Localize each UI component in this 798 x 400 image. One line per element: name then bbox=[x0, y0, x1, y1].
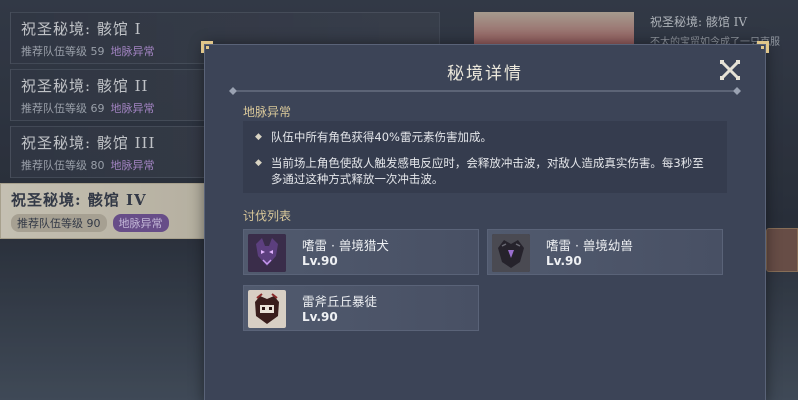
close-icon bbox=[719, 59, 741, 81]
enemy-level: Lv.90 bbox=[302, 310, 338, 324]
close-button[interactable] bbox=[719, 59, 741, 81]
ley-line-badge: 地脉异常 bbox=[110, 45, 155, 58]
ley-line-disorder-box: ◆ 队伍中所有角色获得40%雷元素伤害加成。 ◆ 当前场上角色使敌人触发感电反应… bbox=[243, 121, 727, 193]
ley-line-heading: 地脉异常 bbox=[243, 105, 292, 119]
enemy-card-1[interactable]: 嗜雷 · 兽境猎犬 Lv.90 bbox=[243, 229, 479, 275]
diamond-bullet-icon: ◆ bbox=[255, 132, 262, 142]
ley-line-badge: 地脉异常 bbox=[110, 102, 155, 115]
recommended-level: 推荐队伍等级 59 bbox=[21, 45, 105, 58]
enemy-portrait bbox=[492, 234, 530, 272]
enemy-card-3[interactable]: 雷斧丘丘暴徒 Lv.90 bbox=[243, 285, 479, 331]
enemy-card-2[interactable]: 嗜雷 · 兽境幼兽 Lv.90 bbox=[487, 229, 723, 275]
domain-preview-title: 祝圣秘境: 骸馆 IV bbox=[650, 15, 748, 29]
domain-name: 祝圣秘境: 骸馆 I bbox=[21, 20, 142, 38]
modal-title: 秘境详情 bbox=[447, 64, 523, 84]
header-divider bbox=[229, 87, 741, 95]
recommended-level: 推荐队伍等级 69 bbox=[21, 102, 105, 115]
domain-name: 祝圣秘境: 骸馆 IV bbox=[11, 191, 147, 209]
reward-item-icon bbox=[766, 228, 798, 272]
recommended-level: 推荐队伍等级 90 bbox=[11, 214, 107, 232]
ley-line-effect-2: ◆ 当前场上角色使敌人触发感电反应时，会释放冲击波，对敌人造成真实伤害。每3秒至… bbox=[255, 155, 715, 187]
ley-line-text: 当前场上角色使敌人触发感电反应时，会释放冲击波，对敌人造成真实伤害。每3秒至多通… bbox=[270, 156, 704, 186]
enemy-name: 雷斧丘丘暴徒 bbox=[302, 294, 378, 309]
ley-line-badge: 地脉异常 bbox=[112, 214, 169, 232]
enemy-name: 嗜雷 · 兽境幼兽 bbox=[546, 238, 633, 253]
enemy-level: Lv.90 bbox=[302, 254, 338, 268]
ley-line-badge: 地脉异常 bbox=[110, 159, 155, 172]
enemy-portrait bbox=[248, 234, 286, 272]
ley-line-effect-1: ◆ 队伍中所有角色获得40%雷元素伤害加成。 bbox=[255, 129, 715, 145]
enemy-list-heading: 讨伐列表 bbox=[243, 209, 292, 223]
domain-details-modal: 秘境详情 地脉异常 ◆ 队伍中所有角色获得40%雷元素伤害加成。 ◆ 当前场上角… bbox=[201, 41, 769, 400]
enemy-name: 嗜雷 · 兽境猎犬 bbox=[302, 238, 389, 253]
domain-item-4-selected[interactable]: 祝圣秘境: 骸馆 IV 推荐队伍等级 90 地脉异常 bbox=[0, 183, 212, 239]
ley-line-text: 队伍中所有角色获得40%雷元素伤害加成。 bbox=[270, 130, 492, 144]
modal-header: 秘境详情 bbox=[205, 45, 765, 95]
diamond-bullet-icon: ◆ bbox=[255, 158, 262, 168]
recommended-level: 推荐队伍等级 80 bbox=[21, 159, 105, 172]
enemy-level: Lv.90 bbox=[546, 254, 582, 268]
enemy-portrait bbox=[248, 290, 286, 328]
